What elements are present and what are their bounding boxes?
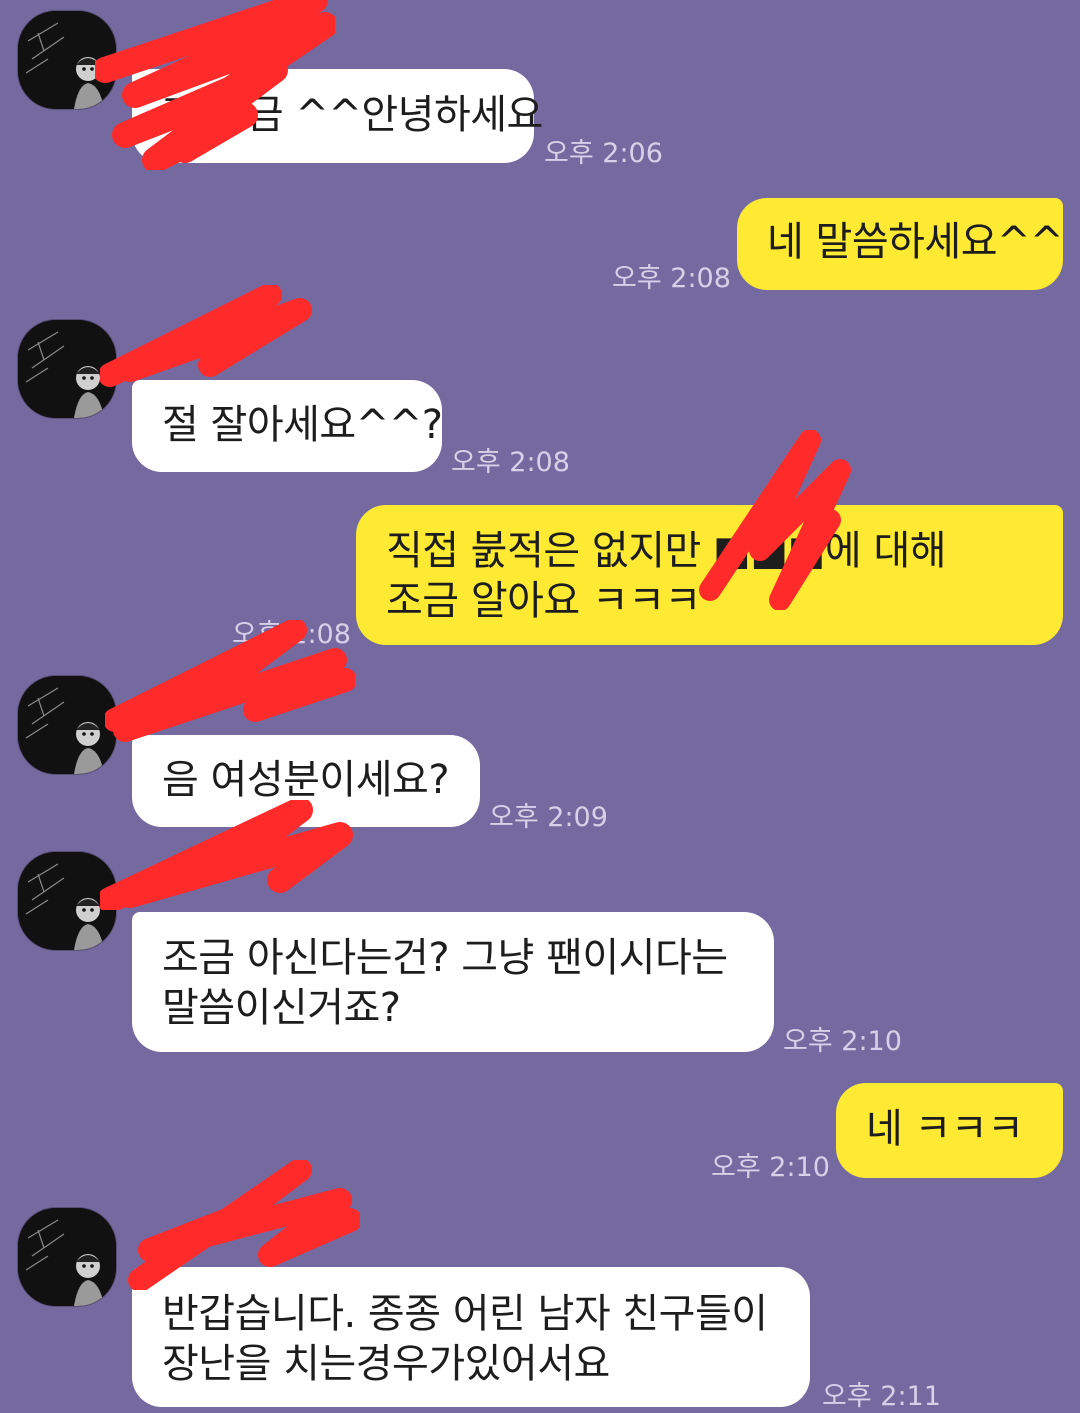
message-bubble-outgoing[interactable]: 직접 붌적은 없지만 ■■■에 대해 조금 알아요 ㅋㅋㅋ [356, 505, 1063, 645]
message-bubble-incoming[interactable]: 조금 아신다는건? 그냥 팬이시다는 말씀이신거죠? [132, 912, 774, 1052]
message-timestamp: 오후 2:10 [711, 1152, 830, 1183]
message-text: 네 말씀하세요^^ [767, 219, 1064, 265]
profile-photo-icon [18, 320, 116, 418]
avatar[interactable] [18, 1208, 116, 1306]
message-text-line: 장난을 치는경우가있어서요 [162, 1341, 610, 1387]
message-timestamp: 오후 2:11 [822, 1381, 941, 1412]
message-timestamp: 오후 2:09 [489, 802, 608, 833]
message-timestamp: 오후 2:08 [612, 263, 731, 294]
message-text-line: 반갑습니다. 종종 어린 남자 친구들이 [162, 1291, 768, 1337]
message-timestamp: 오후 2:08 [451, 447, 570, 478]
message-text: 라 비금 ^^안녕하세요 [162, 92, 543, 138]
profile-photo-icon [18, 852, 116, 950]
avatar[interactable] [18, 320, 116, 418]
profile-photo-icon [18, 11, 116, 109]
message-text: 절 잘아세요^^? [162, 402, 443, 448]
message-text-line: 조금 아신다는건? 그냥 팬이시다는 [162, 935, 728, 981]
message-timestamp: 오후 2:10 [783, 1026, 902, 1057]
avatar[interactable] [18, 676, 116, 774]
message-bubble-incoming[interactable]: 라 비금 ^^안녕하세요 [132, 69, 543, 163]
profile-photo-icon [18, 1208, 116, 1306]
redaction-scribble [100, 285, 312, 387]
profile-photo-icon [18, 676, 116, 774]
message-text-line: 직접 붌적은 없지만 ■■■에 대해 [386, 528, 947, 574]
avatar[interactable] [18, 852, 116, 950]
message-bubble-outgoing[interactable]: 네 말씀하세요^^ [737, 198, 1064, 290]
message-text-line: 말씀이신거죠? [162, 985, 401, 1031]
message-bubble-outgoing[interactable]: 네 ㅋㅋㅋ [836, 1083, 1063, 1178]
message-timestamp: 오후 2:06 [544, 138, 663, 169]
message-timestamp: 오후 2:08 [232, 619, 351, 650]
message-bubble-incoming[interactable]: 반갑습니다. 종종 어린 남자 친구들이 장난을 치는경우가있어서요 [132, 1267, 810, 1407]
message-bubble-incoming[interactable]: 절 잘아세요^^? [132, 380, 443, 472]
chat-room[interactable]: 라 비금 ^^안녕하세요 오후 2:06 네 말씀하세요^^ 오후 2:… [0, 0, 1080, 1412]
message-text: 음 여성분이세요? [162, 757, 450, 803]
message-text: 네 ㅋㅋㅋ [866, 1106, 1024, 1152]
message-bubble-incoming[interactable]: 음 여성분이세요? [132, 735, 480, 827]
message-text-line: 조금 알아요 ㅋㅋㅋ [386, 578, 701, 624]
avatar[interactable] [18, 11, 116, 109]
